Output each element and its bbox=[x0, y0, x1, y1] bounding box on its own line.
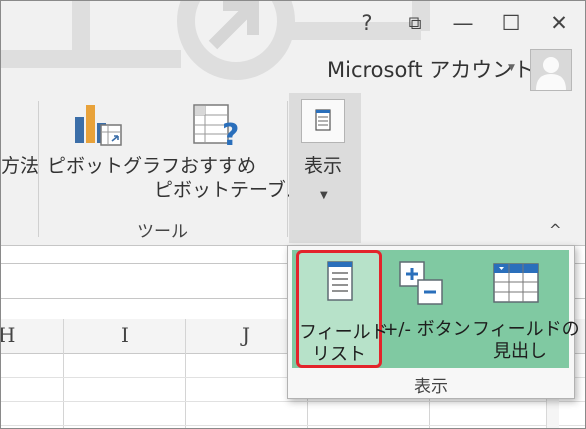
grid-line bbox=[63, 319, 64, 428]
ribbon-display-options-icon[interactable]: ⧉ bbox=[397, 7, 433, 39]
field-list-label-line2: リスト bbox=[312, 344, 366, 365]
recommended-pivot-table-icon[interactable]: ? bbox=[192, 103, 244, 149]
field-headers-label-line2[interactable]: 見出し bbox=[472, 340, 568, 363]
ribbon: 方法 ピボットグラフ ? おすすめ ピボットテーブル ツール 表示 ▼ ^ bbox=[1, 93, 585, 246]
excel-window: ? ⧉ — ☐ ✕ Microsoft アカウント ▼ 方法 ピボットグラフ ?… bbox=[0, 0, 586, 429]
recommended-pivot-tables-label-line1[interactable]: おすすめ bbox=[178, 155, 258, 178]
group-label-show: 表示 bbox=[414, 377, 448, 397]
ribbon-separator bbox=[38, 101, 39, 237]
account-name[interactable]: Microsoft アカウント bbox=[327, 54, 534, 84]
column-header[interactable]: I bbox=[121, 323, 129, 347]
plus-minus-buttons-label[interactable]: +/- ボタン bbox=[382, 318, 472, 341]
grid-line bbox=[1, 425, 585, 426]
show-options-group: フィールド リスト +/- ボタン フィールドの 見出し bbox=[292, 250, 580, 368]
close-icon[interactable]: ✕ bbox=[541, 7, 577, 39]
chevron-down-icon[interactable]: ▼ bbox=[320, 190, 328, 201]
show-button-frame bbox=[301, 99, 345, 143]
field-headers-label-line1[interactable]: フィールドの bbox=[472, 318, 580, 341]
pivot-chart-button[interactable]: ピボットグラフ bbox=[47, 155, 180, 178]
avatar[interactable] bbox=[530, 49, 572, 91]
grid-line bbox=[1, 401, 585, 402]
pivot-chart-icon[interactable] bbox=[73, 103, 125, 149]
column-header[interactable]: J bbox=[242, 323, 250, 347]
minimize-icon[interactable]: — bbox=[445, 7, 481, 39]
field-list-label-line1: フィールド bbox=[299, 322, 389, 343]
column-header[interactable]: H bbox=[1, 323, 15, 347]
plus-minus-buttons-icon[interactable] bbox=[398, 260, 446, 306]
title-bar: ? ⧉ — ☐ ✕ Microsoft アカウント ▼ bbox=[1, 1, 585, 93]
svg-text:?: ? bbox=[222, 118, 239, 149]
show-dropdown-panel: フィールド リスト +/- ボタン フィールドの 見出し 表示 bbox=[287, 245, 580, 399]
group-label-tools: ツール bbox=[137, 222, 188, 242]
ribbon-separator bbox=[287, 101, 288, 237]
account-dropdown-icon[interactable]: ▼ bbox=[508, 63, 515, 73]
field-list-button[interactable]: フィールド リスト bbox=[296, 250, 389, 368]
help-icon[interactable]: ? bbox=[349, 7, 385, 39]
recommended-pivot-tables-label-line2[interactable]: ピボットテーブル bbox=[154, 179, 305, 202]
user-silhouette-icon bbox=[536, 57, 566, 90]
maximize-icon[interactable]: ☐ bbox=[493, 7, 529, 39]
field-headers-icon[interactable] bbox=[492, 260, 542, 306]
collapse-ribbon-icon[interactable]: ^ bbox=[549, 221, 562, 239]
partial-command-label[interactable]: 方法 bbox=[1, 155, 39, 178]
field-list-small-icon bbox=[315, 109, 331, 131]
show-button-label[interactable]: 表示 bbox=[304, 155, 342, 178]
field-list-icon bbox=[327, 261, 353, 301]
grid-line bbox=[185, 319, 186, 428]
